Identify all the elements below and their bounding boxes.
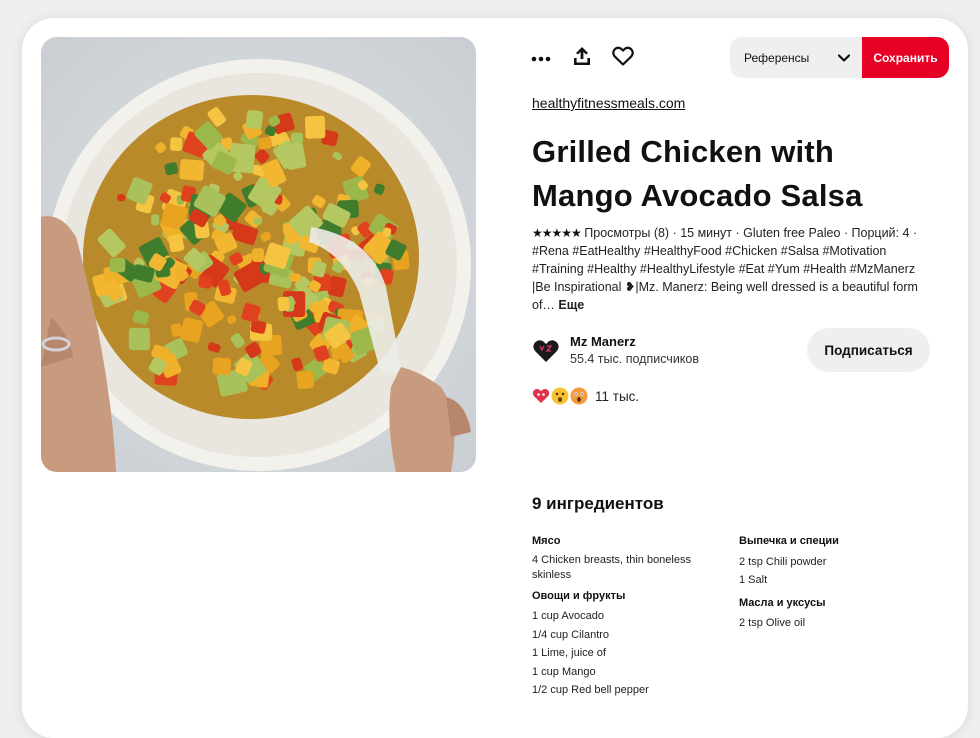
board-select-label: Референсы — [744, 50, 810, 65]
reaction-count: 11 тыс. — [595, 388, 640, 404]
heart-eyes-icon — [532, 387, 550, 405]
salsa-chunk — [169, 137, 183, 152]
pin-title: Grilled Chicken with Mango Avocado Salsa — [532, 134, 863, 213]
more-options-button[interactable] — [523, 38, 559, 78]
salsa-chunk — [296, 370, 315, 390]
salsa-chunk — [253, 217, 263, 225]
salsa-chunk — [170, 323, 183, 337]
description-text: Просмотры (8) · 15 минут · Gluten free P… — [532, 226, 918, 312]
ingredient-category: Овощи и фрукты — [532, 589, 626, 602]
ingredient-category: Выпечка и специи — [739, 535, 839, 547]
creator-name[interactable]: Mz Manerz — [570, 334, 636, 349]
salsa-chunk — [245, 109, 264, 130]
salsa-bowl-illustration — [41, 37, 476, 472]
ingredient-item: 2 tsp Olive oil — [739, 617, 806, 629]
salsa-chunk — [257, 137, 273, 150]
board-select[interactable]: Референсы — [730, 37, 862, 78]
ellipsis-icon — [531, 49, 551, 67]
surprised-icon — [570, 387, 588, 405]
ingredient-category: Масла и уксусы — [739, 596, 826, 609]
follower-count: 55.4 тыс. подписчиков — [570, 352, 700, 366]
salsa-chunk — [179, 158, 205, 181]
ingredient-item: 1 Salt — [739, 574, 768, 586]
salsa-chunk — [304, 115, 326, 139]
source-link[interactable]: healthyfitnessmeals.com — [532, 95, 685, 111]
ingredient-item: 4 Chicken breasts, thin boneless skinles… — [532, 553, 691, 581]
ingredient-item: 1/2 cup Red bell pepper — [532, 684, 649, 696]
salsa-chunk — [277, 296, 290, 312]
share-button[interactable] — [564, 38, 600, 78]
ingredient-item: 1/4 cup Cilantro — [532, 628, 610, 641]
save-button[interactable]: Сохранить — [862, 37, 949, 78]
heart-icon — [612, 46, 634, 71]
salsa-chunk — [198, 274, 213, 289]
salsa-chunk — [212, 357, 232, 376]
salsa-chunk — [109, 257, 126, 273]
ingredient-item: 1 Lime, juice of — [532, 647, 606, 659]
chevron-down-icon — [838, 53, 850, 62]
ingredients-title: 9 ингредиентов — [532, 494, 664, 513]
follow-button[interactable]: Подписаться — [807, 328, 930, 372]
ingredient-item: 1 cup Mango — [532, 665, 596, 678]
share-upload-icon — [572, 46, 592, 71]
wow-icon — [551, 387, 569, 405]
salsa-chunk — [151, 214, 160, 226]
ingredients-right-column: Выпечка и специи 2 tsp Chili powder 1 Sa… — [739, 532, 929, 637]
salsa-chunk — [117, 193, 126, 202]
avatar[interactable] — [532, 337, 560, 365]
ingredient-item: 1 cup Avocado — [532, 610, 604, 622]
ingredient-category: Мясо — [532, 535, 561, 547]
reactions[interactable]: 11 тыс. — [532, 385, 639, 407]
ingredient-group: Овощи и фрукты 1 cup Avocado 1/4 cup Cil… — [532, 587, 712, 700]
ingredient-group: Выпечка и специи 2 tsp Chili powder 1 Sa… — [739, 532, 929, 590]
salsa-chunk — [290, 132, 304, 145]
like-button[interactable] — [605, 38, 641, 78]
ingredient-item: 2 tsp Chili powder — [739, 555, 827, 568]
rating-stars: ★★★★★ — [532, 226, 582, 240]
pin-description: ★★★★★ Просмотры (8) · 15 минут · Gluten … — [532, 224, 932, 314]
ingredient-group: Мясо 4 Chicken breasts, thin boneless sk… — [532, 532, 712, 583]
more-link[interactable]: Еще — [558, 298, 584, 312]
ingredients-left-column: Мясо 4 Chicken breasts, thin boneless sk… — [532, 532, 712, 704]
salsa-chunk — [252, 248, 265, 263]
pin-image[interactable] — [41, 37, 476, 472]
ingredient-group: Масла и уксусы 2 tsp Olive oil — [739, 594, 929, 633]
salsa-chunk — [128, 327, 150, 351]
